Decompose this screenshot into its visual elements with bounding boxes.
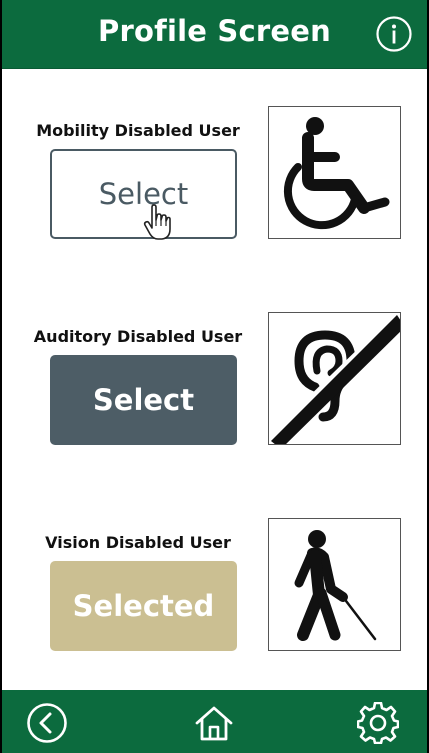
bottom-nav-bar (2, 690, 427, 753)
page-title: Profile Screen (98, 14, 331, 48)
mobility-icon-box (268, 106, 401, 239)
home-button[interactable] (193, 702, 235, 744)
vision-select-button[interactable]: Selected (50, 561, 237, 651)
wheelchair-icon (283, 117, 390, 230)
vision-label: Vision Disabled User (45, 533, 231, 552)
hand-cursor-icon (143, 204, 171, 240)
mobility-label: Mobility Disabled User (36, 121, 240, 140)
settings-icon (356, 701, 400, 745)
app-frame: Profile Screen Mobility Disabled User Se… (2, 0, 427, 753)
info-button[interactable] (375, 15, 413, 53)
auditory-icon-box (268, 312, 401, 445)
auditory-select-button[interactable]: Select (50, 355, 237, 445)
hearing-impaired-icon (269, 313, 400, 444)
info-icon (376, 16, 412, 52)
blind-person-icon (294, 530, 377, 641)
back-icon (27, 703, 67, 743)
vision-icon-box (268, 518, 401, 651)
back-button[interactable] (26, 702, 68, 744)
header-bar: Profile Screen (2, 0, 427, 69)
home-icon (195, 706, 233, 741)
settings-button[interactable] (356, 701, 400, 745)
auditory-label: Auditory Disabled User (33, 327, 243, 346)
